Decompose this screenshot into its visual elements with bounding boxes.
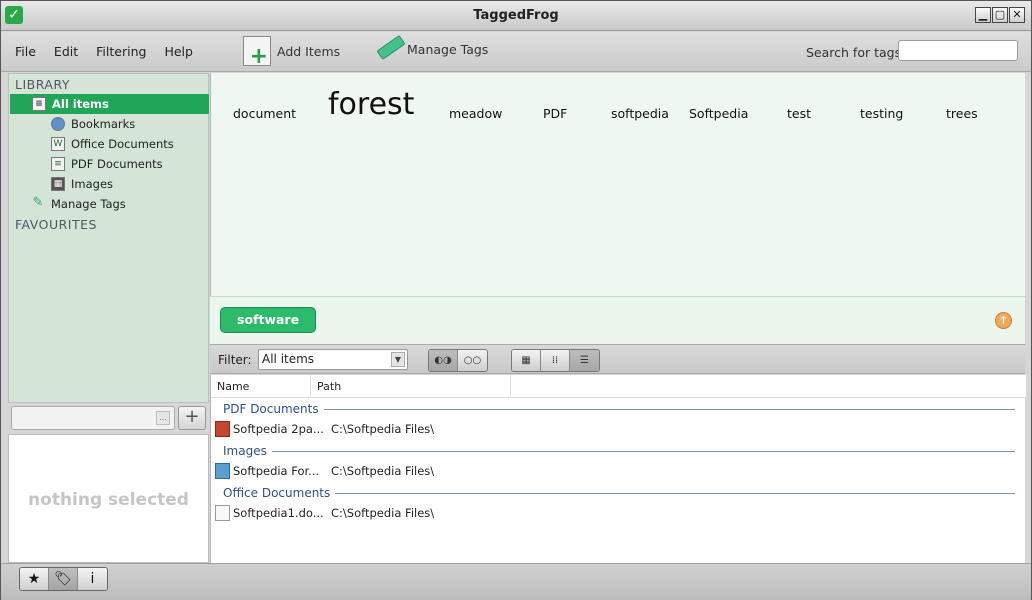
tag-icon[interactable]: 🏷	[49, 568, 78, 590]
tile-view-icon[interactable]: ⁞⁞	[541, 350, 570, 371]
list-header: Name Path	[211, 375, 1026, 398]
tag-search-input[interactable]	[898, 40, 1018, 61]
app-window: ✓ TaggedFrog ▁ ▢ ✕ File Edit Filtering H…	[0, 0, 1032, 600]
tag-testing[interactable]: testing	[860, 106, 903, 121]
info-mode-toggle: ★ 🏷 i	[19, 567, 108, 591]
sidebar: LIBRARY ≡ All items Bookmarks W Office D…	[8, 73, 209, 403]
view-mode-toggle: ▦ ⁞⁞ ☰	[511, 349, 600, 372]
pdf-doc-icon: ≡	[51, 157, 65, 171]
add-items-button[interactable]: Add Items	[243, 36, 341, 69]
add-items-icon	[243, 36, 271, 69]
tag-meadow[interactable]: meadow	[449, 106, 502, 121]
sidebar-item-label: PDF Documents	[71, 157, 163, 171]
filter-bar: Filter: All items ▼ ◐◑ ○○ ▦ ⁞⁞ ☰	[210, 344, 1025, 374]
window-controls: ▁ ▢ ✕	[975, 7, 1025, 23]
library-heading: LIBRARY	[15, 77, 70, 92]
maximize-button[interactable]: ▢	[992, 7, 1008, 23]
sidebar-item-office-documents[interactable]: W Office Documents	[51, 134, 174, 154]
items-list: Name Path PDF Documents Softpedia 2pa...…	[210, 375, 1026, 563]
title-bar: ✓ TaggedFrog ▁ ▢ ✕	[1, 1, 1031, 31]
filter-dropdown[interactable]: All items ▼	[258, 349, 408, 370]
info-icon[interactable]: i	[78, 568, 107, 590]
tag-softpedia[interactable]: softpedia	[611, 106, 669, 121]
list-item[interactable]: Softpedia 2pa... C:\Softpedia Files\	[215, 419, 615, 439]
sidebar-item-label: Office Documents	[71, 137, 174, 151]
menu-help[interactable]: Help	[164, 44, 193, 59]
favourites-heading: FAVOURITES	[15, 217, 97, 232]
menu-filtering[interactable]: Filtering	[96, 44, 146, 59]
tag-softpedia-capital[interactable]: Softpedia	[689, 106, 748, 121]
word-doc-icon: W	[51, 137, 65, 151]
add-favourite-button[interactable]: +	[178, 406, 206, 430]
tag-cloud: document forest meadow PDF softpedia Sof…	[210, 73, 1025, 296]
manage-tags-label: Manage Tags	[407, 41, 489, 57]
info-panel: nothing selected	[8, 434, 209, 563]
intersection-icon[interactable]: ◐◑	[429, 350, 458, 371]
menu-edit[interactable]: Edit	[54, 44, 78, 59]
sidebar-item-images[interactable]: ▦ Images	[51, 174, 113, 194]
text-file-icon	[215, 505, 230, 521]
sidebar-item-bookmarks[interactable]: Bookmarks	[51, 114, 135, 134]
group-images: Images	[223, 444, 1015, 458]
list-item[interactable]: Softpedia For... C:\Softpedia Files\	[215, 461, 615, 481]
item-name: Softpedia1.do...	[233, 506, 324, 520]
selected-tags-area: software ↑	[210, 296, 1025, 344]
tag-document[interactable]: document	[233, 106, 296, 121]
item-path: C:\Softpedia Files\	[331, 422, 435, 436]
pen-icon: ✎	[32, 195, 44, 210]
nothing-selected-text: nothing selected	[28, 490, 189, 510]
status-bar: ★ 🏷 i	[1, 563, 1031, 600]
sidebar-item-manage-tags[interactable]: ✎ Manage Tags	[31, 194, 126, 214]
column-name[interactable]: Name	[211, 375, 311, 398]
group-pdf-documents: PDF Documents	[223, 402, 1015, 416]
group-title: PDF Documents	[223, 402, 319, 416]
item-path: C:\Softpedia Files\	[331, 464, 435, 478]
tag-test[interactable]: test	[787, 106, 811, 121]
globe-icon	[51, 117, 65, 131]
pen-icon	[371, 36, 401, 62]
item-path: C:\Softpedia Files\	[331, 506, 435, 520]
film-icon: ▦	[51, 177, 65, 191]
tag-trees[interactable]: trees	[946, 106, 978, 121]
menu-file[interactable]: File	[15, 44, 36, 59]
selected-tag-software[interactable]: software	[220, 307, 317, 333]
list-item[interactable]: Softpedia1.do... C:\Softpedia Files\	[215, 503, 615, 523]
list-icon: ≡	[32, 97, 46, 111]
tag-filter-input[interactable]: ...	[11, 406, 175, 430]
chevron-down-icon: ▼	[391, 352, 405, 367]
toolbar: File Edit Filtering Help Add Items Manag…	[1, 32, 1031, 72]
sidebar-item-label: Manage Tags	[51, 197, 126, 211]
close-button[interactable]: ✕	[1009, 7, 1025, 23]
sidebar-item-label: Images	[71, 177, 114, 191]
item-name: Softpedia 2pa...	[233, 422, 324, 436]
match-mode-toggle: ◐◑ ○○	[428, 349, 488, 372]
image-file-icon	[215, 463, 230, 479]
menu-bar: File Edit Filtering Help	[15, 44, 193, 59]
window-title: TaggedFrog	[473, 8, 559, 23]
pdf-file-icon	[215, 421, 230, 437]
manage-tags-button[interactable]: Manage Tags	[371, 36, 488, 62]
sidebar-item-pdf-documents[interactable]: ≡ PDF Documents	[51, 154, 163, 174]
filter-label: Filter:	[218, 353, 252, 367]
filter-value: All items	[262, 352, 315, 366]
union-icon[interactable]: ○○	[458, 350, 487, 371]
arrow-up-icon[interactable]: ↑	[995, 312, 1012, 329]
column-path[interactable]: Path	[311, 375, 511, 398]
add-items-label: Add Items	[277, 43, 341, 59]
grid-view-icon[interactable]: ▦	[512, 350, 541, 371]
star-icon[interactable]: ★	[20, 568, 49, 590]
sidebar-item-all-items[interactable]: ≡ All items	[10, 94, 209, 114]
group-office-documents: Office Documents	[223, 486, 1015, 500]
search-label: Search for tags	[806, 45, 902, 60]
list-view-icon[interactable]: ☰	[570, 350, 599, 371]
group-title: Images	[223, 444, 267, 458]
tag-forest[interactable]: forest	[328, 87, 414, 122]
sidebar-item-label: All items	[52, 97, 109, 111]
item-name: Softpedia For...	[233, 464, 320, 478]
minimize-button[interactable]: ▁	[975, 7, 991, 23]
ellipsis-icon[interactable]: ...	[156, 411, 170, 425]
tag-pdf[interactable]: PDF	[543, 106, 567, 121]
group-title: Office Documents	[223, 486, 331, 500]
sidebar-item-label: Bookmarks	[71, 117, 136, 131]
